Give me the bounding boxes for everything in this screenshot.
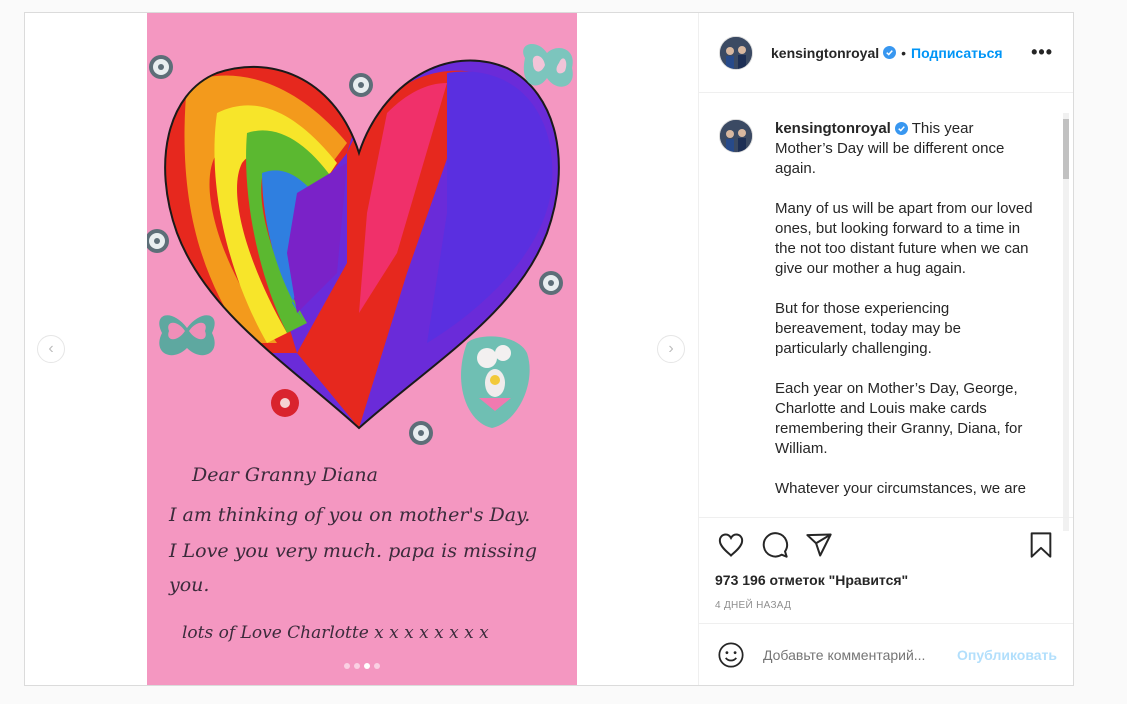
comments-area: kensingtonroyal This year Mother’s Day w…: [699, 93, 1073, 517]
share-button[interactable]: [803, 529, 835, 561]
action-icons-row: [715, 518, 1057, 572]
red-flower-sticker: [271, 389, 299, 417]
username-link[interactable]: kensingtonroyal: [771, 45, 879, 61]
carousel-next-button[interactable]: ›: [657, 335, 685, 363]
avatar[interactable]: [719, 119, 753, 153]
instagram-post: Dear Granny Diana I am thinking of you o…: [24, 12, 1074, 686]
likes-count[interactable]: 973 196 отметок "Нравится": [715, 572, 1057, 588]
publish-button[interactable]: Опубликовать: [957, 647, 1057, 663]
butterfly-sticker-left: [159, 315, 215, 356]
emoji-icon: [718, 641, 744, 668]
separator: •: [901, 44, 907, 61]
follow-button[interactable]: Подписаться: [911, 45, 1003, 61]
flower-sticker-2: [349, 73, 373, 97]
caption-text-block: kensingtonroyal This year Mother’s Day w…: [775, 119, 1035, 499]
save-button[interactable]: [1025, 529, 1057, 561]
mothers-day-card-image: Dear Granny Diana I am thinking of you o…: [147, 13, 577, 685]
chevron-right-icon: ›: [668, 340, 674, 357]
post-actions: 973 196 отметок "Нравится" 4 ДНЕЙ НАЗАД: [699, 517, 1073, 637]
bookmark-icon: [1030, 532, 1052, 558]
card-line-5: lots of Love Charlotte x x x x x x x x: [182, 623, 489, 643]
comment-input[interactable]: [761, 645, 958, 664]
share-icon: [806, 533, 832, 557]
more-options-icon[interactable]: •••: [1031, 42, 1053, 63]
carousel-dot-active: [364, 663, 370, 669]
flower-sticker-1: [149, 55, 173, 79]
flower-sticker-4: [539, 271, 563, 295]
carousel-dot: [344, 663, 350, 669]
flower-sticker-3: [147, 229, 169, 253]
post-date[interactable]: 4 ДНЕЙ НАЗАД: [715, 600, 1057, 611]
carousel-dot: [374, 663, 380, 669]
post-sidebar: kensingtonroyal • Подписаться ••• kensin…: [698, 13, 1073, 685]
caption-username-link[interactable]: kensingtonroyal: [775, 120, 891, 137]
add-comment-bar: Опубликовать: [699, 623, 1073, 685]
carousel-prev-button[interactable]: ‹: [37, 335, 65, 363]
verified-badge-icon: [894, 122, 908, 135]
scrollbar-thumb[interactable]: [1063, 119, 1069, 179]
like-button[interactable]: [715, 529, 747, 561]
heart-icon: [718, 533, 744, 557]
flower-sticker-5: [409, 421, 433, 445]
comments-scrollbar[interactable]: [1063, 113, 1069, 531]
emoji-button[interactable]: [715, 639, 747, 671]
card-line-2: I am thinking of you on mother's Day.: [168, 504, 530, 526]
card-line-1: Dear Granny Diana: [191, 464, 378, 486]
post-media: Dear Granny Diana I am thinking of you o…: [25, 13, 697, 685]
card-drawing: Dear Granny Diana I am thinking of you o…: [147, 43, 573, 643]
card-line-4: you.: [168, 574, 209, 596]
comment-icon: [762, 532, 788, 558]
ballerina-mouse-sticker: [461, 336, 530, 428]
comment-button[interactable]: [759, 529, 791, 561]
caption-comment: kensingtonroyal This year Mother’s Day w…: [719, 119, 1053, 499]
card-line-3: I Love you very much. papa is missing: [168, 540, 537, 562]
post-header: kensingtonroyal • Подписаться •••: [699, 13, 1073, 93]
caption-text: This year Mother’s Day will be different…: [775, 120, 1033, 497]
carousel-dot: [354, 663, 360, 669]
butterfly-sticker-right: [523, 43, 573, 87]
avatar[interactable]: [719, 35, 753, 70]
chevron-left-icon: ‹: [48, 340, 54, 357]
carousel-dots: [147, 663, 577, 669]
verified-badge-icon: [883, 46, 897, 59]
